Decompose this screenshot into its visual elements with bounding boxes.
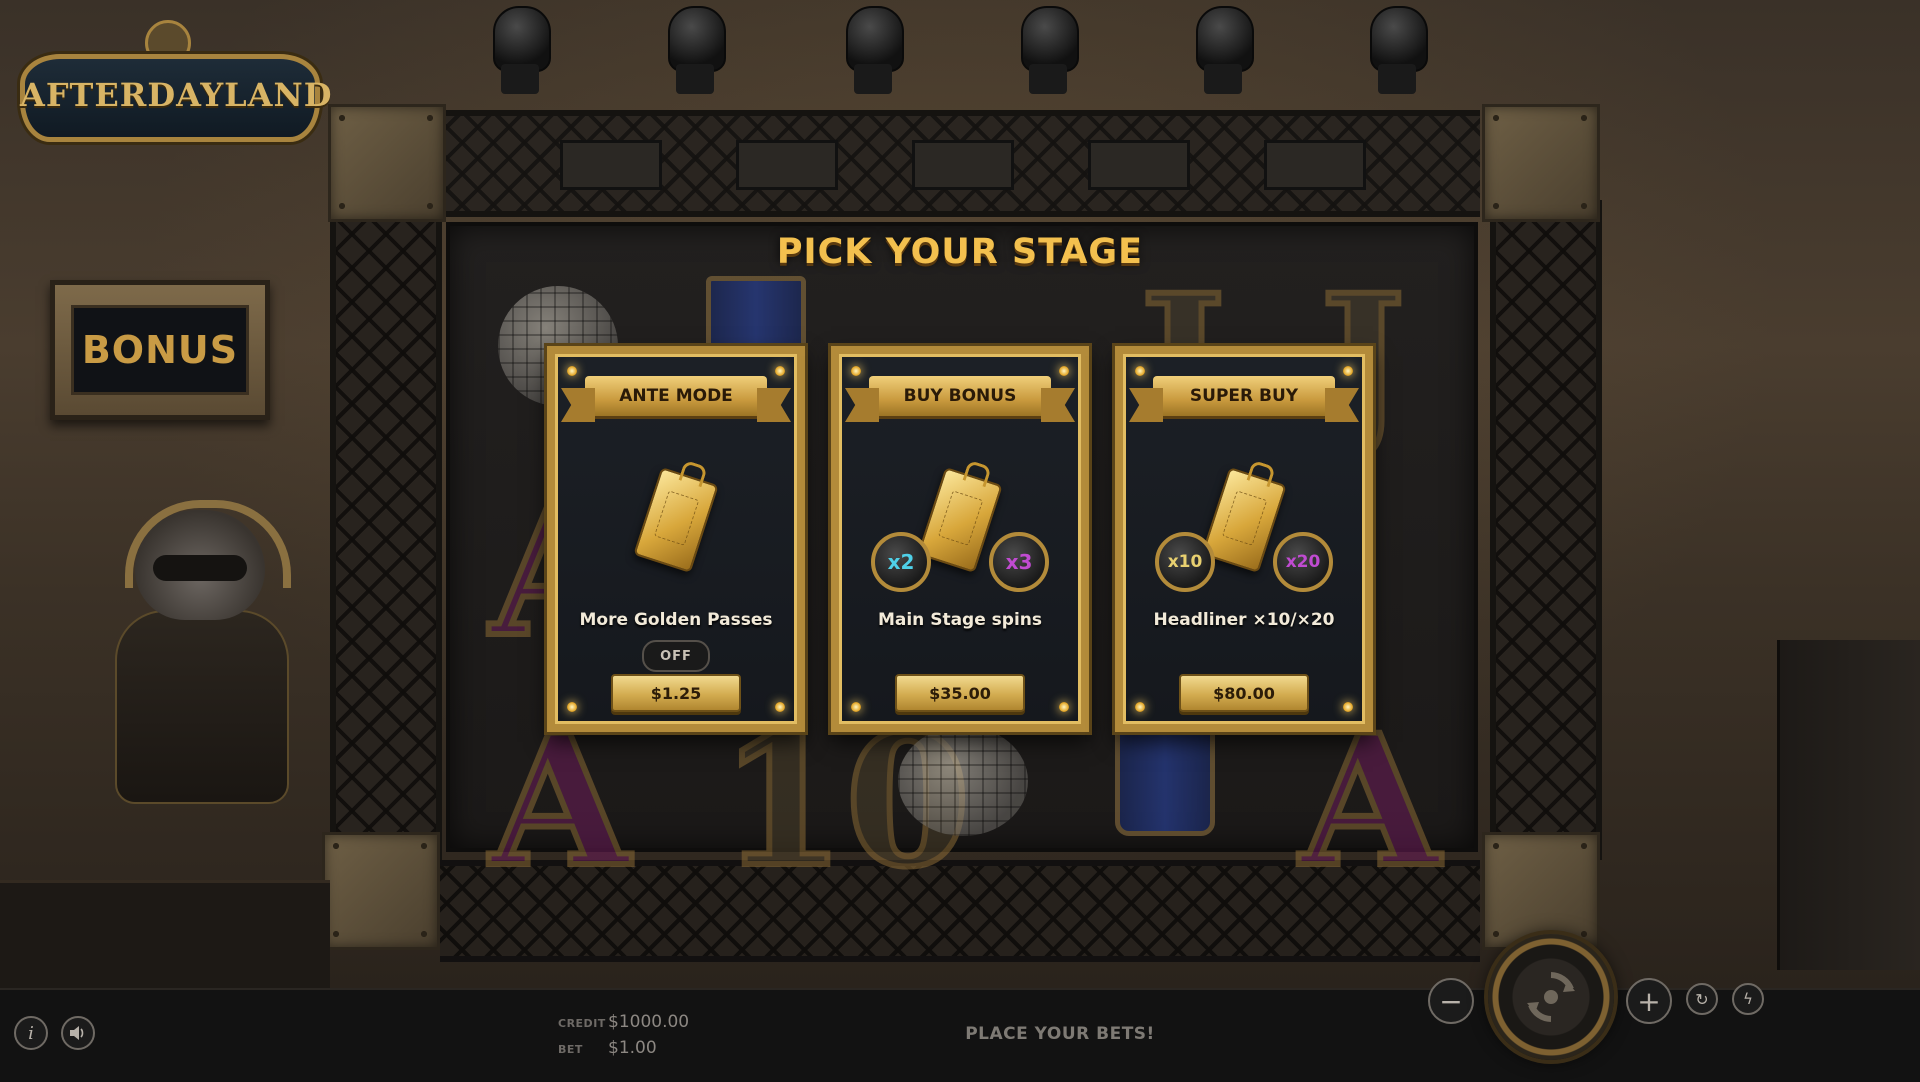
raccoon-mascot-icon [95, 500, 305, 810]
ante-mode-price-button[interactable]: $1.25 [611, 674, 741, 712]
corner-plate [322, 832, 440, 950]
lightning-icon[interactable]: ϟ [1732, 983, 1764, 1015]
spin-button[interactable] [1488, 934, 1614, 1060]
card-header: BUY BONUS [869, 376, 1051, 416]
multiplier-x10-icon: x10 [1155, 532, 1215, 592]
bonus-sign: BONUS [50, 280, 270, 420]
multiplier-x3-icon: x3 [989, 532, 1049, 592]
truss-panel [1088, 140, 1190, 190]
drink-cup-icon [1115, 726, 1215, 836]
status-message: PLACE YOUR BETS! [965, 1024, 1155, 1044]
stage-truss-right [1490, 200, 1602, 860]
super-buy-price-button[interactable]: $80.00 [1179, 674, 1309, 712]
buy-bonus-card[interactable]: BUY BONUS x2 x3 Main Stage spins $35.00 [828, 343, 1092, 735]
stage-light-icon [1362, 0, 1432, 100]
bet-label: BET [558, 1043, 583, 1056]
logo-text: AFTERDAYLAND [20, 76, 333, 114]
golden-pass-icon [633, 466, 719, 574]
corner-plate [1482, 104, 1600, 222]
spin-arrows-icon [1527, 972, 1575, 1022]
super-buy-card[interactable]: SUPER BUY x10 x20 Headliner ×10/×20 $80.… [1112, 343, 1376, 735]
disco-ball-icon [898, 726, 1028, 836]
bonus-label: BONUS [71, 305, 249, 395]
card-description: Headliner ×10/×20 [1153, 610, 1335, 630]
speaker-stack [1777, 640, 1920, 970]
truss-panel [1264, 140, 1366, 190]
page-title: PICK YOUR STAGE [776, 232, 1144, 272]
stage-light-icon [1188, 0, 1258, 100]
card-header: ANTE MODE [585, 376, 767, 416]
credit-value: $1000.00 [608, 1012, 690, 1032]
multiplier-x20-icon: x20 [1273, 532, 1333, 592]
truss-panel [560, 140, 662, 190]
card-description: Main Stage spins [877, 610, 1043, 630]
game-scene: AFTERDAYLAND BONUS A A 10 J J A PICK YOU… [0, 0, 1920, 988]
plus-icon[interactable]: + [1626, 978, 1672, 1024]
ante-mode-card[interactable]: ANTE MODE More Golden Passes OFF $1.25 [544, 343, 808, 735]
buy-bonus-price-button[interactable]: $35.00 [895, 674, 1025, 712]
info-icon[interactable]: i [14, 1016, 48, 1050]
game-logo: AFTERDAYLAND [20, 14, 333, 154]
stage-light-icon [660, 0, 730, 100]
refresh-icon[interactable]: ↻ [1686, 983, 1718, 1015]
bet-value: $1.00 [608, 1038, 657, 1058]
corner-plate [328, 104, 446, 222]
card-header: SUPER BUY [1153, 376, 1335, 416]
credit-label: CREDIT [558, 1017, 606, 1030]
ante-mode-toggle[interactable]: OFF [642, 640, 710, 672]
minus-icon[interactable]: − [1428, 978, 1474, 1024]
corner-plate [1482, 832, 1600, 950]
stage-light-icon [485, 0, 555, 100]
speaker-icon[interactable] [61, 1016, 95, 1050]
card-description: More Golden Passes [579, 610, 773, 630]
truss-panel [912, 140, 1014, 190]
amp-case [0, 880, 330, 988]
truss-panel [736, 140, 838, 190]
stage-light-icon [1013, 0, 1083, 100]
multiplier-x2-icon: x2 [871, 532, 931, 592]
stage-truss-left [330, 200, 442, 860]
credit-bet-display: CREDIT $1000.00 BET $1.00 [558, 1012, 689, 1058]
stage-light-icon [838, 0, 908, 100]
